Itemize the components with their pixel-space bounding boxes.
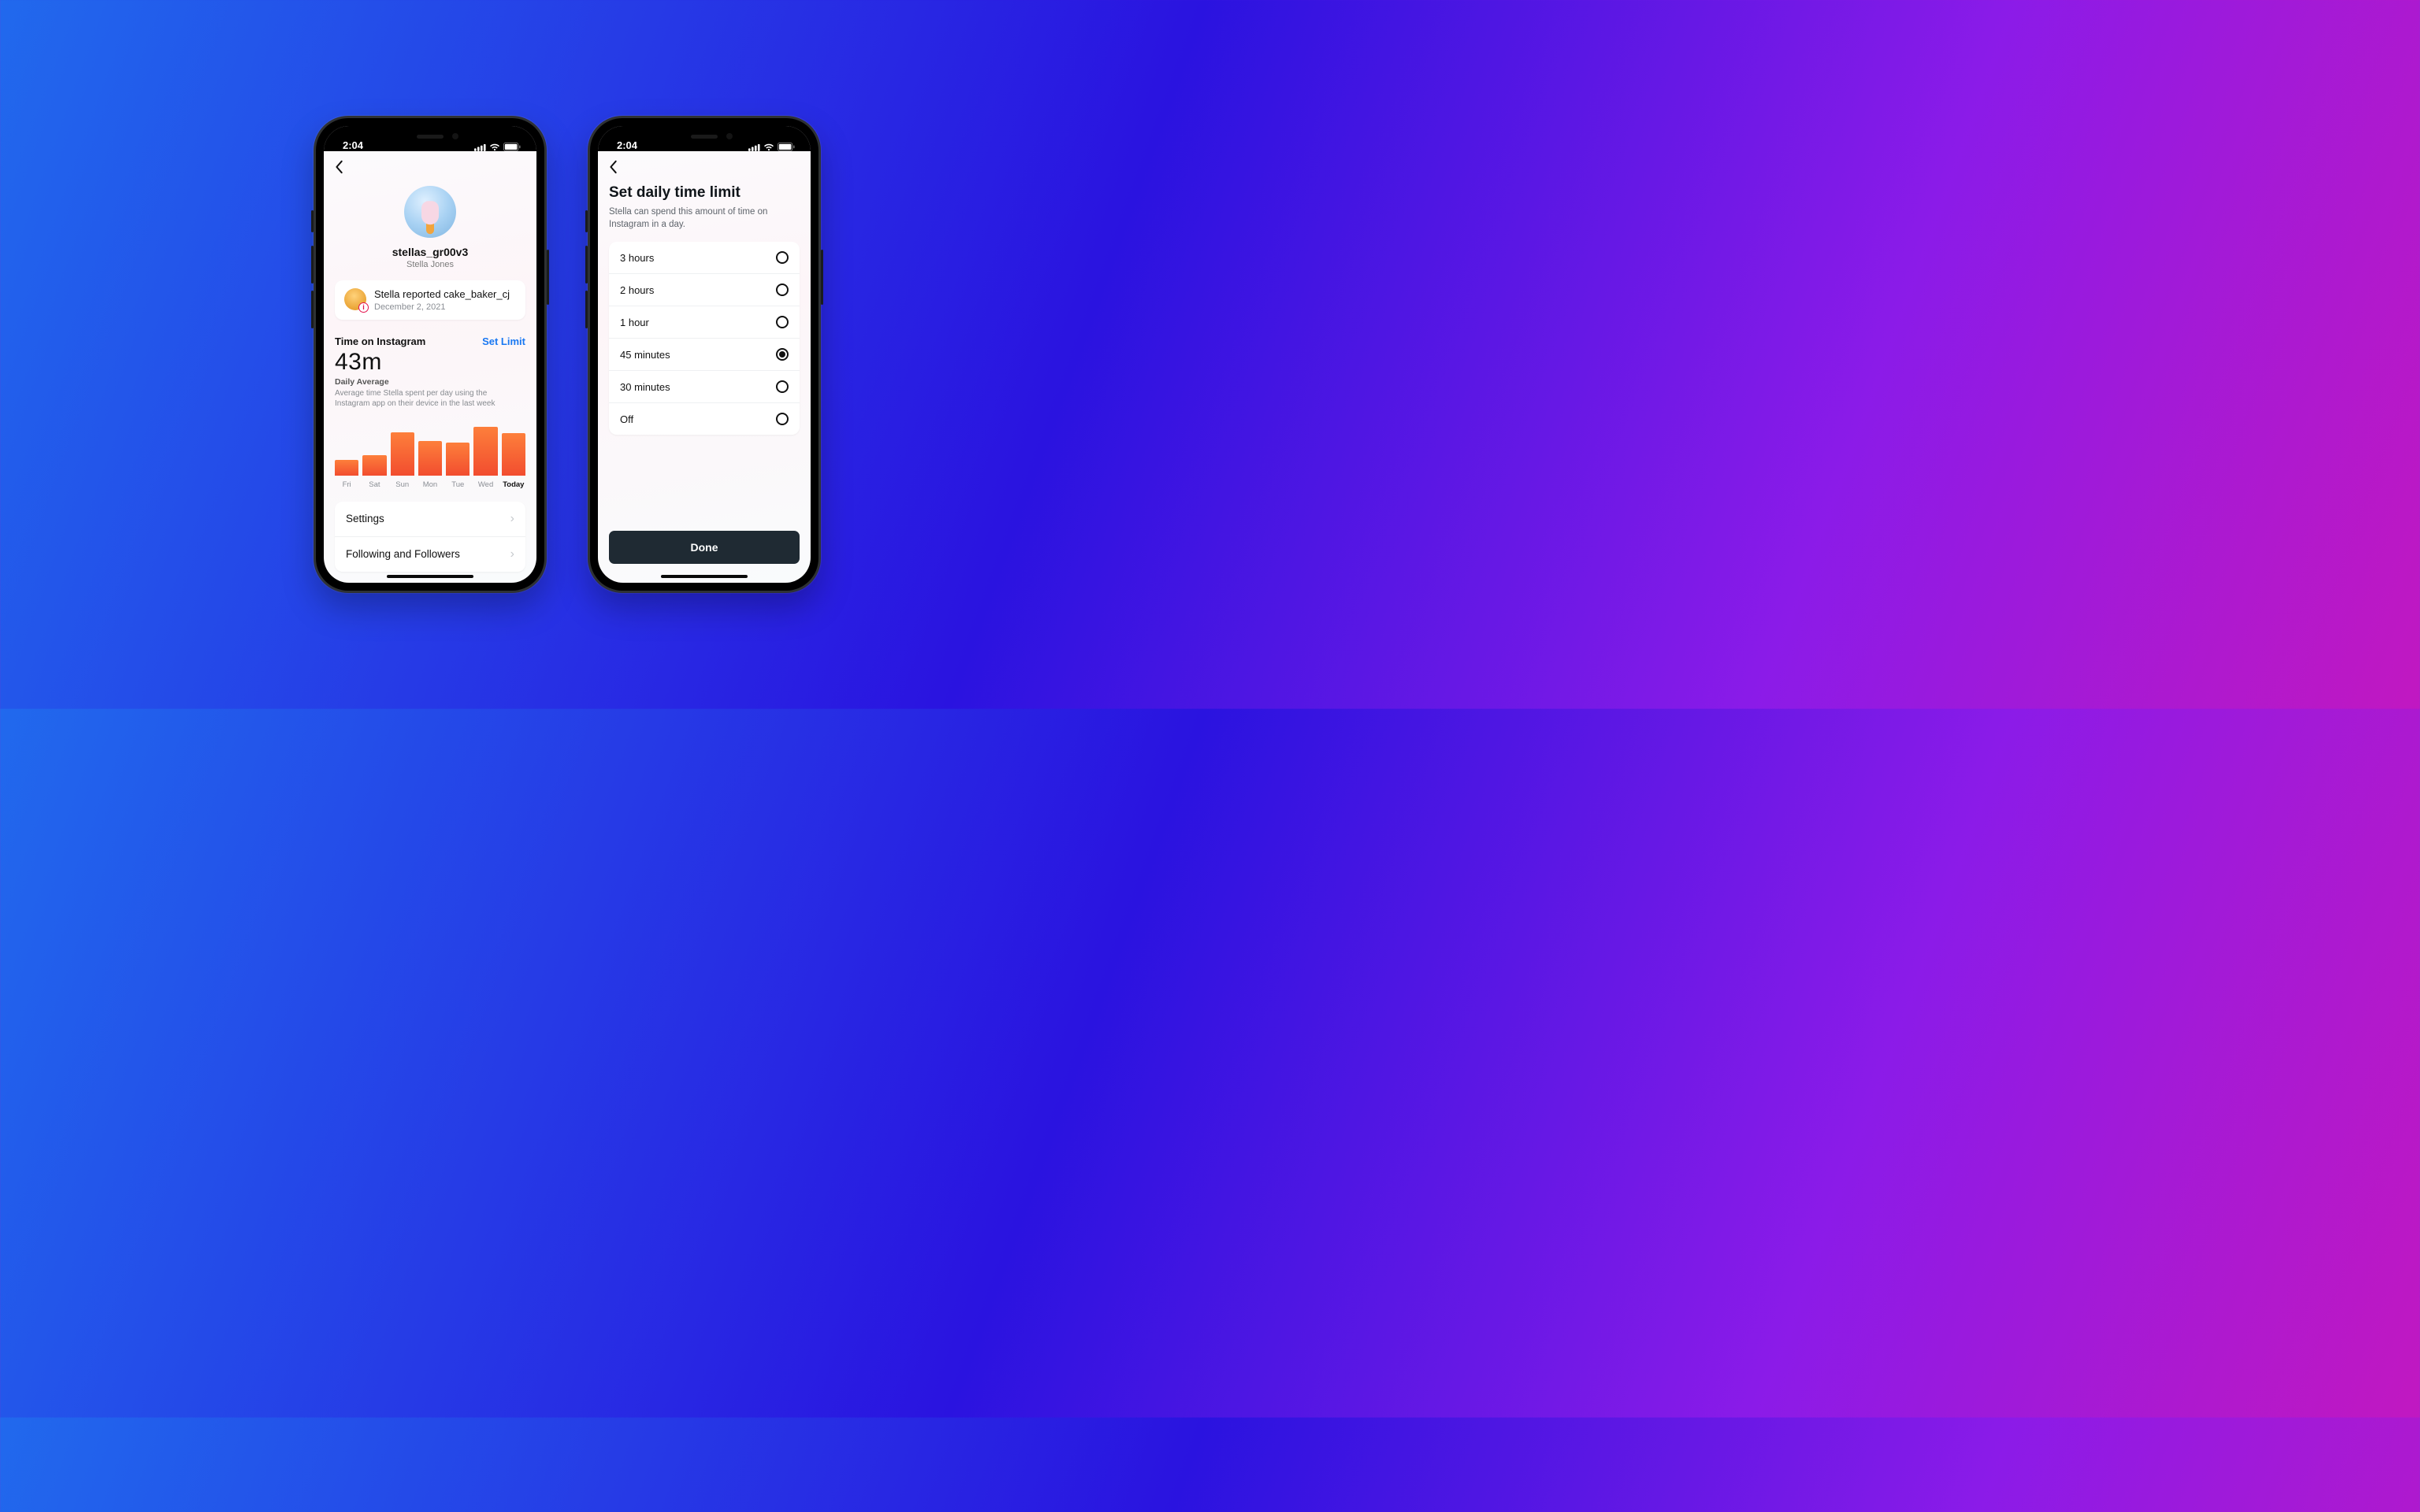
chart-bar[interactable] [391,432,414,476]
report-date: December 2, 2021 [374,302,510,312]
chart-bar[interactable] [446,443,470,476]
option-label: Off [620,413,633,425]
profile-avatar[interactable] [404,186,456,238]
chart-x-labels: Fri Sat Sun Mon TueWed Today [335,480,525,489]
following-followers-label: Following and Followers [346,548,460,560]
radio-icon [776,284,789,296]
time-limit-option[interactable]: 2 hours [609,273,800,306]
report-title: Stella reported cake_baker_cj [374,288,510,301]
chart-x-label: Tue [446,480,470,489]
radio-icon [776,413,789,425]
set-limit-link[interactable]: Set Limit [482,335,525,347]
usage-bar-chart [335,421,525,476]
option-label: 1 hour [620,317,649,328]
device-notch [375,126,485,146]
chart-x-label: Sat [362,480,386,489]
chart-bar[interactable] [502,433,525,476]
settings-row[interactable]: Settings › [335,502,525,536]
time-limit-option[interactable]: 1 hour [609,306,800,338]
time-limit-option[interactable]: 3 hours [609,242,800,273]
report-card[interactable]: i Stella reported cake_baker_cj December… [335,280,525,320]
option-label: 30 minutes [620,381,670,393]
chart-x-label: Mon [418,480,442,489]
page-subtitle: Stella can spend this amount of time on … [609,206,774,231]
chevron-left-icon [609,160,618,174]
settings-label: Settings [346,513,384,524]
chevron-right-icon: › [510,547,514,561]
radio-icon [776,380,789,393]
status-time: 2:04 [617,139,637,151]
profile-fullname: Stella Jones [335,260,525,269]
status-icons [474,143,521,151]
time-section-title: Time on Instagram [335,335,425,347]
time-limit-option[interactable]: 45 minutes [609,338,800,370]
radio-icon [776,348,789,361]
back-button[interactable] [609,160,618,174]
wifi-icon [763,143,774,151]
time-limit-options: 3 hours 2 hours 1 hour 45 minutes 30 minutes… [609,242,800,435]
daily-average-value: 43m [335,349,525,376]
home-indicator[interactable] [387,575,473,578]
reported-avatar: i [344,288,366,310]
status-time: 2:04 [343,139,363,151]
done-button[interactable]: Done [609,531,800,564]
info-badge-icon: i [358,302,369,313]
battery-icon [778,143,795,151]
status-icons [748,143,795,151]
daily-average-desc: Average time Stella spent per day using … [335,388,516,410]
chart-bar[interactable] [335,460,358,476]
following-followers-row[interactable]: Following and Followers › [335,536,525,572]
option-label: 3 hours [620,252,654,264]
chart-bar[interactable] [418,441,442,476]
daily-average-label: Daily Average [335,377,525,387]
page-title: Set daily time limit [609,184,800,202]
chart-x-label: Wed [473,480,497,489]
chart-x-label: Fri [335,480,358,489]
chart-x-label: Today [502,480,525,489]
time-limit-option[interactable]: 30 minutes [609,370,800,402]
wifi-icon [489,143,500,151]
profile-username: stellas_gr00v3 [335,246,525,258]
chart-bar[interactable] [362,455,386,476]
time-limit-screen: 2:04 Set daily time limit Stella can spe… [598,126,811,583]
phone-mock-right: 2:04 Set daily time limit Stella can spe… [588,116,821,593]
phone-mock-left: 2:04 stellas_gr00v3 Stella Jones [314,116,547,593]
option-label: 45 minutes [620,349,670,361]
device-notch [649,126,759,146]
radio-icon [776,251,789,264]
chevron-right-icon: › [510,512,514,526]
chevron-left-icon [335,160,344,174]
back-button[interactable] [335,160,344,174]
supervision-profile-screen: 2:04 stellas_gr00v3 Stella Jones [324,126,536,583]
option-label: 2 hours [620,284,654,296]
battery-icon [503,143,521,151]
chart-x-label: Sun [391,480,414,489]
radio-icon [776,316,789,328]
chart-bar[interactable] [473,427,497,476]
home-indicator[interactable] [661,575,748,578]
time-limit-option[interactable]: Off [609,402,800,435]
